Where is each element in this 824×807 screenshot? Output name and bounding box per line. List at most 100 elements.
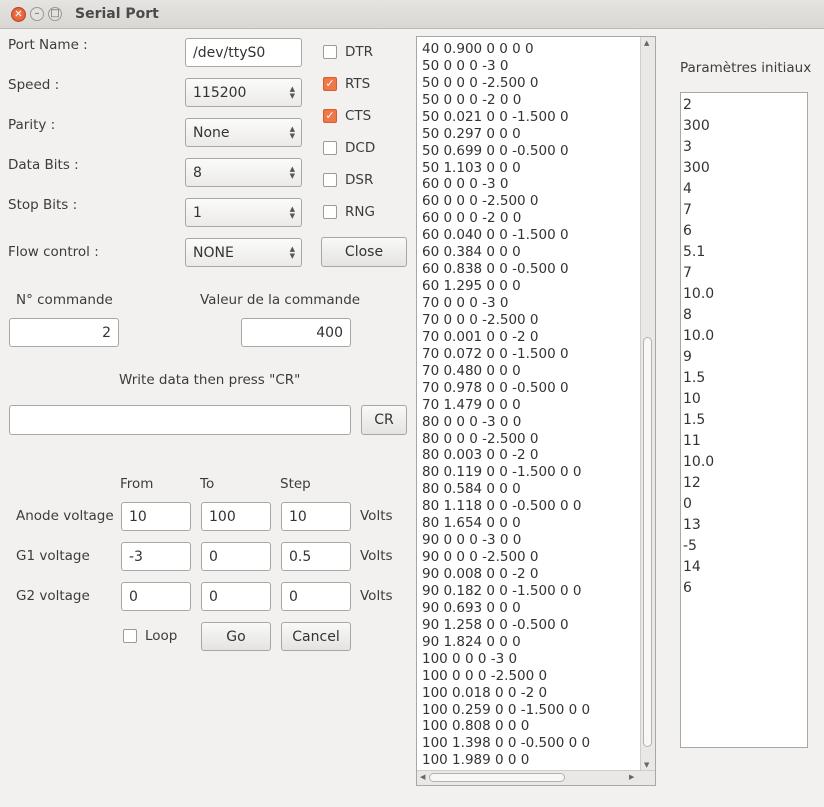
maximize-window-icon[interactable]: □	[48, 7, 62, 21]
scroll-up-icon[interactable]: ▲	[644, 39, 649, 47]
param-value[interactable]: 7	[681, 200, 807, 221]
param-value[interactable]: 10.0	[681, 326, 807, 347]
log-line[interactable]: 90 1.258 0 0 -0.500 0	[422, 617, 642, 634]
param-value[interactable]: 8	[681, 305, 807, 326]
log-line[interactable]: 80 0 0 0 -2.500 0	[422, 431, 642, 448]
param-value[interactable]: 13	[681, 515, 807, 536]
param-value[interactable]: 4	[681, 179, 807, 200]
param-value[interactable]: 3	[681, 137, 807, 158]
go-button[interactable]: Go	[201, 622, 271, 651]
close-port-button[interactable]: Close	[321, 237, 407, 267]
param-value[interactable]: 14	[681, 557, 807, 578]
port-name-input[interactable]: /dev/ttyS0	[185, 38, 302, 67]
param-value[interactable]: 10.0	[681, 284, 807, 305]
scroll-right-icon[interactable]: ▶	[629, 773, 634, 781]
log-line[interactable]: 70 1.479 0 0 0	[422, 397, 642, 414]
param-value[interactable]: 10.0	[681, 452, 807, 473]
cancel-button[interactable]: Cancel	[281, 622, 351, 651]
dcd-checkbox[interactable]: ✓	[323, 141, 337, 155]
param-value[interactable]: 300	[681, 116, 807, 137]
g2-from-input[interactable]: 0	[121, 582, 191, 611]
param-value[interactable]: 12	[681, 473, 807, 494]
log-line[interactable]: 70 0.978 0 0 -0.500 0	[422, 380, 642, 397]
log-line[interactable]: 60 0 0 0 -3 0	[422, 176, 642, 193]
anode-step-input[interactable]: 10	[281, 502, 351, 531]
param-value[interactable]: 1.5	[681, 410, 807, 431]
param-value[interactable]: 9	[681, 347, 807, 368]
scroll-down-icon[interactable]: ▼	[644, 761, 649, 769]
log-line[interactable]: 50 1.103 0 0 0	[422, 160, 642, 177]
horizontal-scroll-thumb[interactable]	[429, 773, 565, 782]
loop-checkbox[interactable]: ✓	[123, 629, 137, 643]
g2-step-input[interactable]: 0	[281, 582, 351, 611]
dtr-checkbox[interactable]: ✓	[323, 45, 337, 59]
rts-checkbox[interactable]: ✓	[323, 77, 337, 91]
write-data-input[interactable]	[9, 405, 351, 435]
log-line[interactable]: 50 0 0 0 -3 0	[422, 58, 642, 75]
stop-bits-select[interactable]: 1 ▲ ▼	[185, 198, 302, 227]
horizontal-scrollbar[interactable]: ◀ ▶	[417, 770, 655, 785]
log-line[interactable]: 50 0 0 0 -2 0 0	[422, 92, 642, 109]
log-line[interactable]: 100 0.259 0 0 -1.500 0 0	[422, 702, 642, 719]
log-line[interactable]: 80 1.654 0 0 0	[422, 515, 642, 532]
log-line[interactable]: 90 0.182 0 0 -1.500 0 0	[422, 583, 642, 600]
log-line[interactable]: 90 0.693 0 0 0	[422, 600, 642, 617]
log-line[interactable]: 60 0 0 0 -2.500 0	[422, 193, 642, 210]
log-line[interactable]: 80 0.119 0 0 -1.500 0 0	[422, 464, 642, 481]
log-line[interactable]: 70 0.001 0 0 -2 0	[422, 329, 642, 346]
g1-from-input[interactable]: -3	[121, 542, 191, 571]
log-line[interactable]: 50 0.297 0 0 0	[422, 126, 642, 143]
command-value-input[interactable]: 400	[241, 318, 351, 347]
log-line[interactable]: 90 0 0 0 -2.500 0	[422, 549, 642, 566]
data-bits-select[interactable]: 8 ▲ ▼	[185, 158, 302, 187]
log-line[interactable]: 40 0.900 0 0 0 0	[422, 41, 642, 58]
cts-checkbox[interactable]: ✓	[323, 109, 337, 123]
param-value[interactable]: 7	[681, 263, 807, 284]
log-line[interactable]: 100 0.018 0 0 -2 0	[422, 685, 642, 702]
close-window-icon[interactable]: ✕	[11, 7, 26, 22]
param-value[interactable]: 6	[681, 221, 807, 242]
log-line[interactable]: 90 0 0 0 -3 0 0	[422, 532, 642, 549]
param-value[interactable]: 10	[681, 389, 807, 410]
log-line[interactable]: 70 0.480 0 0 0	[422, 363, 642, 380]
log-line[interactable]: 80 0 0 0 -3 0 0	[422, 414, 642, 431]
dsr-checkbox[interactable]: ✓	[323, 173, 337, 187]
log-line[interactable]: 50 0.021 0 0 -1.500 0	[422, 109, 642, 126]
param-value[interactable]: 11	[681, 431, 807, 452]
g2-to-input[interactable]: 0	[201, 582, 271, 611]
log-line[interactable]: 100 0 0 0 -2.500 0	[422, 668, 642, 685]
log-line[interactable]: 70 0.072 0 0 -1.500 0	[422, 346, 642, 363]
param-value[interactable]: 2	[681, 95, 807, 116]
serial-log-list[interactable]: 40 0.539 0 0 -0.500 040 0.900 0 0 0 050 …	[416, 36, 656, 786]
log-line[interactable]: 100 1.989 0 0 0	[422, 752, 642, 769]
log-line[interactable]: 100 0 0 0 -3 0	[422, 651, 642, 668]
minimize-window-icon[interactable]: –	[30, 7, 44, 21]
vertical-scroll-thumb[interactable]	[643, 337, 652, 747]
vertical-scrollbar[interactable]: ▲ ▼	[640, 37, 655, 773]
params-list[interactable]: 2 300 3 300 4 7 6 5.1 7 10.0 8 10.0 9 1.5 10 1.5 11 10.0 1…	[680, 92, 808, 748]
log-line[interactable]: 60 1.295 0 0 0	[422, 278, 642, 295]
log-line[interactable]: 90 1.824 0 0 0	[422, 634, 642, 651]
log-line[interactable]: 60 0.040 0 0 -1.500 0	[422, 227, 642, 244]
rng-checkbox[interactable]: ✓	[323, 205, 337, 219]
g1-step-input[interactable]: 0.5	[281, 542, 351, 571]
log-line[interactable]: 80 0.584 0 0 0	[422, 481, 642, 498]
log-line[interactable]: 50 0 0 0 -2.500 0	[422, 75, 642, 92]
param-value[interactable]: 1.5	[681, 368, 807, 389]
param-value[interactable]: 0	[681, 494, 807, 515]
param-value[interactable]: -5	[681, 536, 807, 557]
log-line[interactable]: 50 0.699 0 0 -0.500 0	[422, 143, 642, 160]
anode-to-input[interactable]: 100	[201, 502, 271, 531]
param-value[interactable]: 300	[681, 158, 807, 179]
log-line[interactable]: 100 0.808 0 0 0	[422, 718, 642, 735]
log-line[interactable]: 60 0.384 0 0 0	[422, 244, 642, 261]
log-line[interactable]: 90 0.008 0 0 -2 0	[422, 566, 642, 583]
log-line[interactable]: 100 1.398 0 0 -0.500 0 0	[422, 735, 642, 752]
param-value[interactable]: 6	[681, 578, 807, 599]
cr-button[interactable]: CR	[361, 405, 407, 435]
parity-select[interactable]: None ▲ ▼	[185, 118, 302, 147]
speed-select[interactable]: 115200 ▲ ▼	[185, 78, 302, 107]
log-line[interactable]: 70 0 0 0 -3 0	[422, 295, 642, 312]
scroll-left-icon[interactable]: ◀	[420, 773, 425, 781]
log-line[interactable]: 70 0 0 0 -2.500 0	[422, 312, 642, 329]
